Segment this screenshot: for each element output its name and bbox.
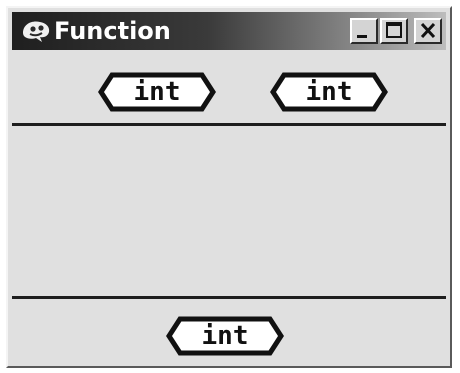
function-body-pane[interactable] <box>12 127 446 295</box>
divider <box>12 123 446 126</box>
output-port-type: int <box>201 321 249 351</box>
input-port-type: int <box>133 77 181 107</box>
input-port-type: int <box>305 77 353 107</box>
output-ports-pane: int <box>12 300 446 360</box>
minimize-icon <box>357 35 367 38</box>
title-bar[interactable]: Function <box>12 12 446 50</box>
input-ports-pane: int int <box>12 54 446 120</box>
function-icon <box>20 17 52 45</box>
maximize-icon <box>386 22 402 38</box>
input-port-tag[interactable]: int <box>270 72 388 112</box>
output-port-tag[interactable]: int <box>166 316 284 356</box>
function-window: Function int int int <box>6 6 452 368</box>
maximize-button[interactable] <box>380 18 408 44</box>
close-icon <box>420 22 436 39</box>
divider <box>12 296 446 299</box>
close-button[interactable] <box>414 18 442 44</box>
input-port-tag[interactable]: int <box>98 72 216 112</box>
window-title: Function <box>54 17 171 45</box>
minimize-button[interactable] <box>350 18 378 44</box>
